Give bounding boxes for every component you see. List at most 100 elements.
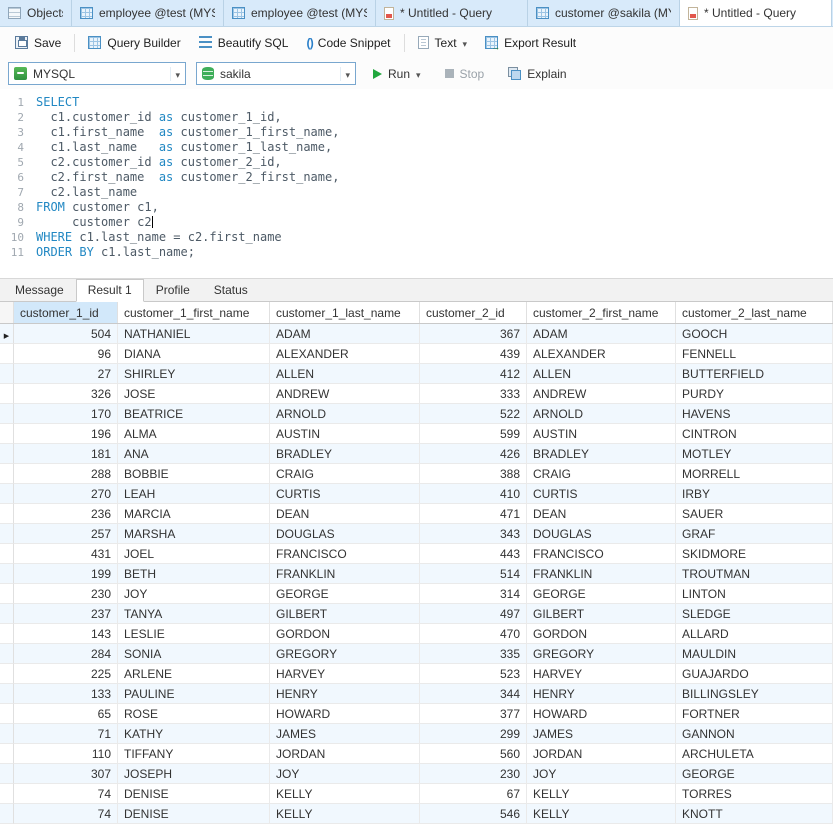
grid-cell[interactable]: GILBERT xyxy=(270,604,420,624)
grid-cell[interactable]: 199 xyxy=(14,564,118,584)
grid-cell[interactable]: 504 xyxy=(14,324,118,344)
grid-cell[interactable]: 67 xyxy=(420,784,527,804)
grid-cell[interactable]: JOY xyxy=(270,764,420,784)
grid-cell[interactable]: ARLENE xyxy=(118,664,270,684)
grid-cell[interactable]: 133 xyxy=(14,684,118,704)
row-selector[interactable] xyxy=(0,664,14,684)
database-select[interactable]: sakila xyxy=(196,62,356,85)
code-snippet-button[interactable]: Code Snippet xyxy=(297,31,399,55)
grid-cell[interactable]: HENRY xyxy=(527,684,676,704)
grid-cell[interactable]: SLEDGE xyxy=(676,604,833,624)
row-selector[interactable] xyxy=(0,524,14,544)
grid-cell[interactable]: FRANCISCO xyxy=(527,544,676,564)
row-selector[interactable] xyxy=(0,784,14,804)
column-header-customer-1-first-name[interactable]: customer_1_first_name xyxy=(118,302,270,323)
grid-cell[interactable]: JAMES xyxy=(527,724,676,744)
grid-cell[interactable]: KELLY xyxy=(270,784,420,804)
grid-cell[interactable]: TIFFANY xyxy=(118,744,270,764)
row-selector[interactable] xyxy=(0,684,14,704)
grid-corner-cell[interactable] xyxy=(0,302,14,323)
row-selector[interactable] xyxy=(0,424,14,444)
grid-cell[interactable]: FORTNER xyxy=(676,704,833,724)
grid-cell[interactable]: DEAN xyxy=(270,504,420,524)
grid-cell[interactable]: 410 xyxy=(420,484,527,504)
grid-cell[interactable]: GORDON xyxy=(527,624,676,644)
tab-objects[interactable]: Objects xyxy=(0,0,72,26)
grid-cell[interactable]: SONIA xyxy=(118,644,270,664)
grid-cell[interactable]: JOSEPH xyxy=(118,764,270,784)
grid-cell[interactable]: 74 xyxy=(14,804,118,824)
grid-cell[interactable]: KATHY xyxy=(118,724,270,744)
row-selector[interactable] xyxy=(0,624,14,644)
grid-cell[interactable]: 288 xyxy=(14,464,118,484)
grid-cell[interactable]: GANNON xyxy=(676,724,833,744)
row-selector[interactable] xyxy=(0,744,14,764)
row-selector[interactable] xyxy=(0,804,14,824)
result-tab-profile[interactable]: Profile xyxy=(144,279,202,302)
row-selector[interactable] xyxy=(0,484,14,504)
grid-cell[interactable]: 514 xyxy=(420,564,527,584)
grid-cell[interactable]: GEORGE xyxy=(676,764,833,784)
grid-cell[interactable]: LEAH xyxy=(118,484,270,504)
row-selector[interactable] xyxy=(0,604,14,624)
tab-untitled-query[interactable]: * Untitled - Query xyxy=(376,0,528,26)
grid-cell[interactable]: 431 xyxy=(14,544,118,564)
row-selector[interactable] xyxy=(0,344,14,364)
grid-cell[interactable]: BILLINGSLEY xyxy=(676,684,833,704)
grid-cell[interactable]: JAMES xyxy=(270,724,420,744)
grid-cell[interactable]: 426 xyxy=(420,444,527,464)
grid-cell[interactable]: ADAM xyxy=(270,324,420,344)
grid-cell[interactable]: 196 xyxy=(14,424,118,444)
stop-button[interactable]: Stop xyxy=(438,62,492,86)
grid-cell[interactable]: GREGORY xyxy=(527,644,676,664)
grid-cell[interactable]: DENISE xyxy=(118,804,270,824)
result-tab-status[interactable]: Status xyxy=(202,279,260,302)
grid-cell[interactable]: BETH xyxy=(118,564,270,584)
grid-cell[interactable]: 307 xyxy=(14,764,118,784)
grid-cell[interactable]: 65 xyxy=(14,704,118,724)
grid-cell[interactable]: 470 xyxy=(420,624,527,644)
grid-cell[interactable]: 388 xyxy=(420,464,527,484)
row-selector[interactable] xyxy=(0,404,14,424)
grid-cell[interactable]: 230 xyxy=(14,584,118,604)
grid-cell[interactable]: ALEXANDER xyxy=(527,344,676,364)
grid-cell[interactable]: 143 xyxy=(14,624,118,644)
text-view-button[interactable]: Text xyxy=(409,31,477,55)
grid-cell[interactable]: BRADLEY xyxy=(270,444,420,464)
grid-cell[interactable]: MARSHA xyxy=(118,524,270,544)
grid-cell[interactable]: JORDAN xyxy=(527,744,676,764)
grid-cell[interactable]: 236 xyxy=(14,504,118,524)
grid-cell[interactable]: AUSTIN xyxy=(270,424,420,444)
grid-cell[interactable]: 27 xyxy=(14,364,118,384)
grid-cell[interactable]: ALLARD xyxy=(676,624,833,644)
grid-cell[interactable]: GRAF xyxy=(676,524,833,544)
column-header-customer-2-id[interactable]: customer_2_id xyxy=(420,302,527,323)
grid-cell[interactable]: ALLEN xyxy=(527,364,676,384)
grid-cell[interactable]: GEORGE xyxy=(527,584,676,604)
grid-cell[interactable]: BEATRICE xyxy=(118,404,270,424)
grid-cell[interactable]: 170 xyxy=(14,404,118,424)
row-selector[interactable] xyxy=(0,364,14,384)
sql-editor[interactable]: 1SELECT2 c1.customer_id as customer_1_id… xyxy=(0,89,833,278)
grid-cell[interactable]: MAULDIN xyxy=(676,644,833,664)
row-selector[interactable] xyxy=(0,444,14,464)
grid-cell[interactable]: KNOTT xyxy=(676,804,833,824)
grid-cell[interactable]: 546 xyxy=(420,804,527,824)
grid-cell[interactable]: MARCIA xyxy=(118,504,270,524)
row-selector[interactable] xyxy=(0,324,14,344)
grid-cell[interactable]: ANA xyxy=(118,444,270,464)
grid-cell[interactable]: GORDON xyxy=(270,624,420,644)
grid-cell[interactable]: BUTTERFIELD xyxy=(676,364,833,384)
grid-cell[interactable]: 181 xyxy=(14,444,118,464)
grid-cell[interactable]: SKIDMORE xyxy=(676,544,833,564)
grid-cell[interactable]: 439 xyxy=(420,344,527,364)
grid-cell[interactable]: CRAIG xyxy=(270,464,420,484)
column-header-customer-1-id[interactable]: customer_1_id xyxy=(14,302,118,323)
export-result-button[interactable]: Export Result xyxy=(476,31,585,55)
save-button[interactable]: Save xyxy=(6,31,70,55)
grid-cell[interactable]: GILBERT xyxy=(527,604,676,624)
row-selector[interactable] xyxy=(0,764,14,784)
grid-cell[interactable]: CURTIS xyxy=(527,484,676,504)
grid-cell[interactable]: 560 xyxy=(420,744,527,764)
beautify-sql-button[interactable]: Beautify SQL xyxy=(190,31,298,55)
